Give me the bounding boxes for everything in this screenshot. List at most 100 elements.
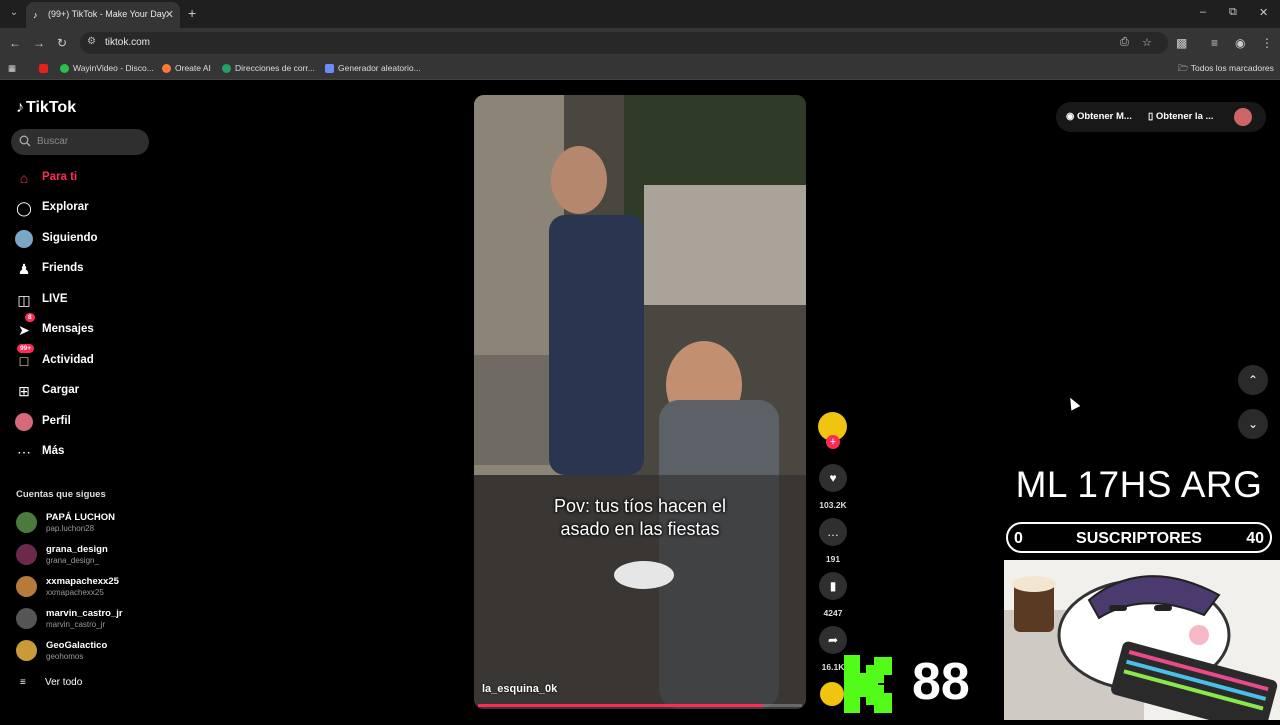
upload-icon: ⊞ <box>18 383 30 399</box>
following-account[interactable]: xxmapachexx25 xxmapachexx25 <box>16 574 156 602</box>
avatar <box>16 640 37 661</box>
all-bookmarks[interactable]: 🗁 Todos los marcadores <box>1178 63 1274 77</box>
account-handle: marvin_castro_jr <box>46 620 106 629</box>
forward-arrow-icon[interactable]: → <box>33 36 45 50</box>
sidebar-item-explorar[interactable]: ◯ Explorar <box>15 196 155 220</box>
new-tab-icon[interactable]: + <box>188 5 196 21</box>
following-account[interactable]: PAPÁ LUCHON pap.luchon28 <box>16 510 156 538</box>
search-placeholder: Buscar <box>37 136 69 147</box>
scroll-up-chevron-icon[interactable]: ⌃ <box>1238 365 1268 395</box>
window-close-icon[interactable]: ✕ <box>1259 6 1268 19</box>
bookmarks-bar: ▦ WayinVideo - Disco... Oreate AI Direcc… <box>0 58 1280 80</box>
install-app-icon[interactable]: ⎙ <box>1120 36 1129 49</box>
video-author[interactable]: la_esquina_0k <box>482 683 557 695</box>
apps-grid-icon[interactable]: ▦ <box>8 63 16 74</box>
all-bookmarks-label: Todos los marcadores <box>1190 63 1274 73</box>
bookmark-youtube[interactable] <box>39 63 52 74</box>
kick-viewer-count: 88 <box>912 653 970 711</box>
get-app-label: Obtener la ... <box>1155 111 1214 122</box>
tiktok-logo[interactable]: ♪ TikTok <box>16 99 76 117</box>
get-coins-label: Obtener M... <box>1076 111 1132 122</box>
streamer-mascot-image <box>1004 560 1280 725</box>
sidebar-item-live[interactable]: ◫ LIVE <box>15 288 155 312</box>
tab-list-chevron-icon[interactable]: ⌄ <box>6 5 22 21</box>
sidebar-item-para-ti[interactable]: ⌂ Para ti <box>15 166 155 190</box>
following-account[interactable]: marvin_castro_jr marvin_castro_jr <box>16 606 156 634</box>
address-bar[interactable]: ⚙ tiktok.com ⎙ ☆ <box>80 32 1168 54</box>
heart-icon[interactable]: ♥ <box>819 464 847 492</box>
phone-icon: ▯ <box>1148 111 1156 122</box>
mouse-cursor-icon <box>1065 395 1081 411</box>
sidebar-item-mensajes[interactable]: ➤ 8 Mensajes <box>15 313 155 342</box>
sidebar-item-friends[interactable]: ♟ Friends <box>15 257 155 281</box>
site-info-icon[interactable]: ⚙ <box>87 36 96 47</box>
bookmark-star-icon[interactable]: ☆ <box>1142 36 1152 49</box>
oreate-icon <box>162 64 171 74</box>
save-count: 4247 <box>823 608 843 618</box>
mascot-illustration <box>1004 560 1280 725</box>
menu-dots-icon[interactable]: ⋮ <box>1261 36 1273 50</box>
subscriber-goal: 40 <box>1246 530 1264 547</box>
comment-icon[interactable]: … <box>819 518 847 546</box>
following-account[interactable]: GeoGalactico geohomos <box>16 638 156 666</box>
sidebar-item-label: LIVE <box>42 293 68 305</box>
search-input[interactable]: Buscar <box>11 129 149 155</box>
sidebar-item-label: Explorar <box>42 201 89 213</box>
bookmark-icon[interactable]: ▮ <box>819 572 847 600</box>
get-coins-button[interactable]: ◉ Obtener M... <box>1066 111 1132 122</box>
video-progress-bar[interactable] <box>478 704 802 707</box>
sidebar-item-siguiendo[interactable]: Siguiendo <box>15 227 155 251</box>
bookmark-oreate[interactable]: Oreate AI <box>162 63 211 74</box>
back-arrow-icon[interactable]: ← <box>9 36 21 50</box>
scroll-down-chevron-icon[interactable]: ⌄ <box>1238 409 1268 439</box>
account-handle: grana_design_ <box>46 556 99 565</box>
video-player[interactable]: Pov: tus tíos hacen el asado en las fies… <box>474 95 806 709</box>
bookmark-generador[interactable]: Generador aleatorio... <box>325 63 421 74</box>
live-icon: ◫ <box>17 292 31 308</box>
bookmark-direcciones[interactable]: Direcciones de corr... <box>222 63 315 74</box>
share-icon[interactable]: ➦ <box>819 626 847 654</box>
account-handle: xxmapachexx25 <box>46 588 104 597</box>
video-progress-fill <box>478 704 764 707</box>
avatar <box>16 608 37 629</box>
friends-icon: ♟ <box>17 261 31 277</box>
activity-badge: 99+ <box>17 344 35 353</box>
following-avatar-icon <box>15 230 33 248</box>
sidebar-item-cargar[interactable]: ⊞ Cargar <box>15 379 155 403</box>
tab-close-icon[interactable]: ✕ <box>165 8 174 21</box>
bookmark-wayinvideo[interactable]: WayinVideo - Disco... <box>60 63 154 74</box>
follow-plus-icon[interactable]: + <box>826 435 840 449</box>
account-handle: geohomos <box>46 652 84 661</box>
extensions-icon[interactable]: ▩ <box>1176 36 1187 50</box>
restore-icon[interactable]: ⧉ <box>1229 6 1237 19</box>
generador-icon <box>325 64 334 74</box>
kick-logo-icon <box>844 655 892 713</box>
logo-text: TikTok <box>26 99 77 116</box>
browser-toolbar: ← → ↻ ⚙ tiktok.com ⎙ ☆ ▩ ≡ ◉ ⋮ <box>0 28 1280 58</box>
minimize-icon[interactable]: – <box>1200 6 1206 18</box>
tab-title: (99+) TikTok - Make Your Day <box>48 9 167 19</box>
get-app-button[interactable]: ▯ Obtener la ... <box>1148 111 1213 122</box>
see-all-label: Ver todo <box>45 677 83 688</box>
coin-icon: ◉ <box>1066 111 1077 122</box>
browser-tabbar: ⌄ ♪ (99+) TikTok - Make Your Day ✕ + – ⧉… <box>0 0 1280 28</box>
account-name: PAPÁ LUCHON <box>46 512 115 523</box>
sidebar-item-actividad[interactable]: □ 99+ Actividad <box>15 344 155 373</box>
bookmark-label: WayinVideo - Disco... <box>73 63 154 73</box>
following-account[interactable]: grana_design grana_design_ <box>16 542 156 570</box>
browser-tab[interactable]: ♪ (99+) TikTok - Make Your Day ✕ <box>26 2 180 28</box>
account-name: GeoGalactico <box>46 640 108 651</box>
sidebar-item-label: Mensajes <box>42 323 94 335</box>
bookmark-label: Oreate AI <box>175 63 211 73</box>
sidebar-item-mas[interactable]: ⋯ Más <box>15 440 155 464</box>
sidebar-item-perfil[interactable]: Perfil <box>15 410 155 434</box>
profile-icon[interactable]: ◉ <box>1235 36 1245 50</box>
account-name: xxmapachexx25 <box>46 576 119 587</box>
music-disc-icon[interactable] <box>820 682 844 706</box>
bookmark-label: Generador aleatorio... <box>338 63 421 73</box>
reload-icon[interactable]: ↻ <box>57 36 67 50</box>
media-control-icon[interactable]: ≡ <box>1211 36 1218 50</box>
user-avatar[interactable] <box>1234 108 1252 126</box>
video-caption: Pov: tus tíos hacen el asado en las fies… <box>474 495 806 541</box>
sidebar-item-label: Friends <box>42 262 84 274</box>
